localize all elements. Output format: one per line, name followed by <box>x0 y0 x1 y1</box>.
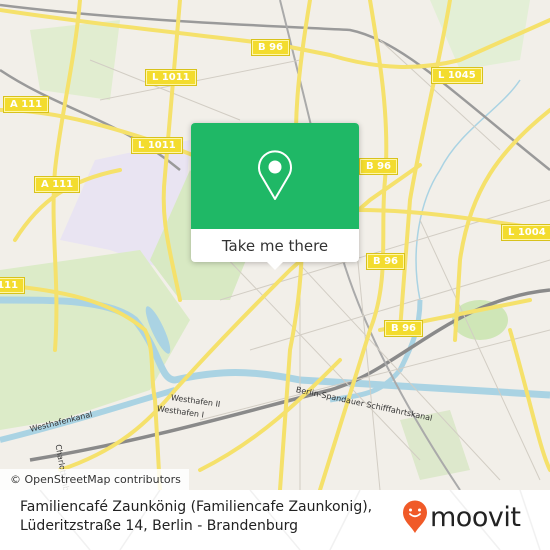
moovit-pin-icon <box>403 500 427 533</box>
road-label-l1004: L 1004 <box>501 224 550 241</box>
moovit-logo[interactable]: moovit <box>402 500 521 534</box>
moovit-wordmark: moovit <box>430 501 521 533</box>
address-line-1: Familiencafé Zaunkönig (Familiencafe Zau… <box>20 499 373 515</box>
road-label-b96: B 96 <box>365 253 406 270</box>
road-label-b96: B 96 <box>383 320 424 337</box>
park-area <box>400 410 470 480</box>
take-me-there-button[interactable]: Take me there <box>191 229 359 262</box>
road-label-l1011: L 1011 <box>131 137 183 154</box>
address-line-2: Lüderitzstraße 14, Berlin - Brandenburg <box>20 518 299 534</box>
map-view[interactable]: B 96 L 1011 A 111 L 1011 A 111 L 1045 B … <box>0 0 550 490</box>
map-attribution[interactable]: © OpenStreetMap contributors <box>0 469 189 490</box>
stream <box>415 79 521 301</box>
road-label-l1011: L 1011 <box>145 69 197 86</box>
road-label-a111: A 111 <box>0 277 26 294</box>
place-address: Familiencafé Zaunkönig (Familiencafe Zau… <box>20 498 372 536</box>
road-label-a111: A 111 <box>33 176 81 193</box>
popup-tail <box>267 262 283 270</box>
location-popup: Take me there <box>191 123 359 270</box>
popup-header <box>191 123 359 229</box>
road-label-b96: B 96 <box>250 39 291 56</box>
road-label-b96: B 96 <box>358 158 399 175</box>
map-pin-icon <box>258 150 292 200</box>
road-label-l1045: L 1045 <box>431 67 483 84</box>
footer: Familiencafé Zaunkönig (Familiencafe Zau… <box>0 490 550 550</box>
road-label-a111: A 111 <box>2 96 50 113</box>
